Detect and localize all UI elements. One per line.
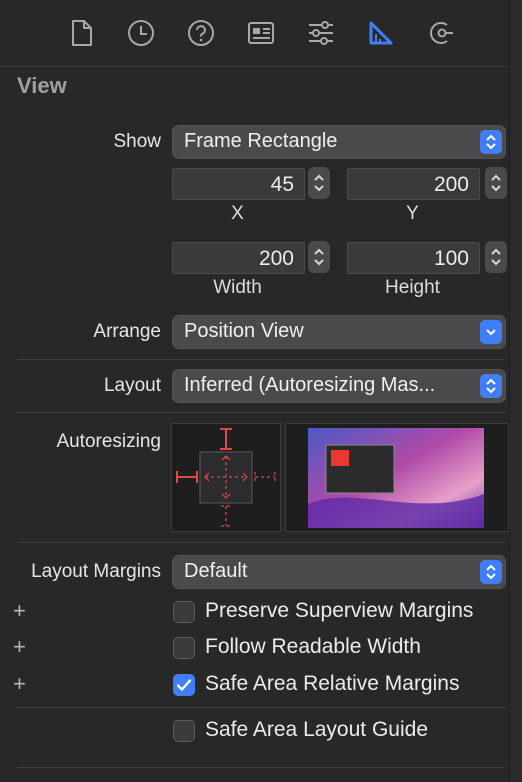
autoresizing-label: Autoresizing (56, 431, 161, 452)
show-popup[interactable]: Frame Rectangle (172, 125, 506, 159)
scrollbar-track[interactable] (509, 0, 522, 782)
layout-margins-label: Layout Margins (31, 561, 161, 582)
chevron-down-icon (480, 320, 502, 344)
divider (17, 412, 506, 413)
connections-icon[interactable] (423, 15, 459, 51)
x-label: X (231, 203, 244, 224)
layout-popup-value: Inferred (Autoresizing Mas... (184, 374, 436, 396)
popup-arrows-icon (480, 560, 502, 584)
y-label: Y (406, 203, 419, 224)
attributes-icon[interactable] (303, 15, 339, 51)
x-stepper[interactable] (308, 167, 330, 199)
safe-area-layout-guide-label: Safe Area Layout Guide (205, 718, 428, 741)
height-field[interactable]: 100 (347, 242, 480, 274)
add-variation-button[interactable]: + (13, 634, 26, 660)
autoresizing-preview (285, 423, 509, 532)
layout-margins-popup-value: Default (184, 560, 248, 582)
add-variation-button[interactable]: + (13, 671, 26, 697)
checkmark-icon (176, 679, 192, 691)
help-icon[interactable] (183, 15, 219, 51)
layout-popup[interactable]: Inferred (Autoresizing Mas... (172, 369, 506, 403)
arrange-popup-value: Position View (184, 320, 304, 342)
arrange-label: Arrange (93, 321, 161, 342)
preserve-superview-margins-checkbox[interactable] (173, 601, 195, 623)
safe-area-relative-margins-label: Safe Area Relative Margins (205, 672, 460, 695)
y-stepper[interactable] (485, 167, 507, 199)
safe-area-layout-guide-checkbox[interactable] (173, 720, 195, 742)
follow-readable-width-checkbox[interactable] (173, 637, 195, 659)
size-inspector-icon[interactable] (363, 15, 399, 51)
width-field[interactable]: 200 (172, 242, 305, 274)
popup-arrows-icon (480, 130, 502, 154)
divider (17, 707, 506, 708)
divider (17, 767, 506, 768)
arrange-popup[interactable]: Position View (172, 315, 506, 349)
add-variation-button[interactable]: + (13, 598, 26, 624)
section-title: View (17, 73, 67, 98)
autoresizing-mask-editor[interactable] (171, 423, 281, 532)
y-value: 200 (433, 173, 469, 196)
x-field[interactable]: 45 (172, 168, 305, 200)
divider (17, 542, 506, 543)
y-field[interactable]: 200 (347, 168, 480, 200)
follow-readable-width-label: Follow Readable Width (205, 635, 421, 658)
layout-margins-popup[interactable]: Default (172, 555, 506, 589)
width-value: 200 (258, 247, 294, 270)
identity-icon[interactable] (243, 15, 279, 51)
inspector-toolbar (0, 0, 510, 67)
show-popup-value: Frame Rectangle (184, 130, 338, 152)
preserve-superview-margins-label: Preserve Superview Margins (205, 599, 474, 622)
divider (17, 359, 506, 360)
height-value: 100 (433, 247, 469, 270)
safe-area-relative-margins-checkbox[interactable] (173, 674, 195, 696)
history-icon[interactable] (123, 15, 159, 51)
height-stepper[interactable] (485, 241, 507, 273)
show-label: Show (113, 131, 161, 152)
width-stepper[interactable] (308, 241, 330, 273)
layout-label: Layout (103, 375, 161, 396)
popup-arrows-icon (480, 374, 502, 398)
file-icon[interactable] (64, 15, 100, 51)
height-label: Height (385, 277, 440, 298)
x-value: 45 (270, 173, 294, 196)
width-label: Width (213, 277, 262, 298)
